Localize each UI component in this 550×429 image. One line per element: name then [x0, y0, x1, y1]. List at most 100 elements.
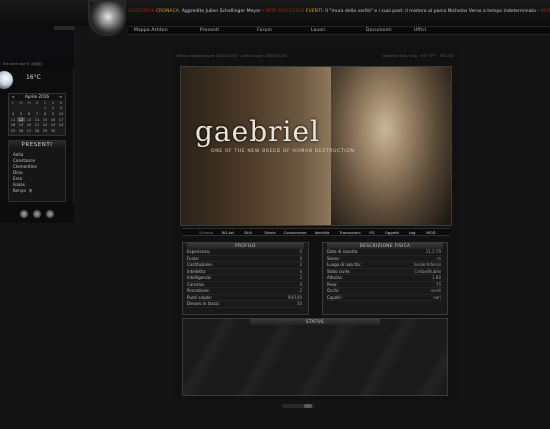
fisica-label: Sesso:: [327, 255, 340, 261]
fisica-row: Capelli: neri: [327, 294, 443, 301]
ticker-date: NEW 23/03: [540, 9, 550, 14]
profilo-label: Intelligenza:: [187, 275, 212, 280]
tab-oggetti[interactable]: Oggetti: [385, 229, 399, 237]
banner-title: gaebriel: [195, 115, 320, 148]
fisica-label: Peso:: [327, 281, 338, 287]
profilo-label: Forza:: [187, 255, 200, 261]
presenti-box: PRESENTI Aelia Constance Clementine Dino Esr…: [8, 140, 66, 202]
calendar: ◄ Aprile 2016 ► L M M G V S D 1 2 3 4 5 6 7 8 9 10 11 12 13…: [8, 93, 66, 136]
profilo-row: Denaro in tasca: 30: [187, 301, 304, 308]
online-user-name[interactable]: Esra: [13, 176, 22, 181]
fisica-label: Capelli:: [327, 294, 342, 300]
ticker-label: CRONACA:: [155, 9, 182, 14]
panel-meta-right: Gaebriel Stat. Vivo · 69° EPT · 365 OD: [381, 53, 454, 58]
calendar-next-icon[interactable]: ►: [60, 94, 63, 100]
tab-log[interactable]: Log: [409, 229, 416, 237]
ticker-label: EVENTI:: [305, 9, 326, 14]
profilo-label: Intelletto:: [187, 268, 207, 274]
calendar-day[interactable]: 26: [17, 128, 25, 134]
castle-info-badge[interactable]: info: [31, 62, 42, 66]
character-banner: gaebriel ONE OF THE NEW BREED OF HUMAN D…: [180, 66, 452, 226]
ticker-date: 23/03/2016: [128, 9, 156, 14]
news-ticker: 23/03/2016 CRONACA: Aggredito Julien Sch…: [128, 8, 550, 16]
tab-scheda[interactable]: Scheda: [199, 229, 213, 237]
nav-item-lavori[interactable]: Lavori: [311, 28, 326, 33]
fisica-rows: Data di nascita: 11.2.79 Sesso: m Luogo di n…: [323, 249, 447, 301]
profilo-rows: Esperienza: 0 Forza: 4 Costituzione: 2 Intelle…: [183, 249, 308, 308]
nav-item-presenti[interactable]: Presenti: [200, 28, 219, 33]
presenti-list: Aelia Constance Clementine Dino Esra Isaias Ke…: [9, 152, 65, 194]
tab-conoscenze[interactable]: Conoscenze: [284, 229, 307, 237]
scroll-thumb[interactable]: [304, 404, 312, 408]
fisica-label: Luogo di nascita:: [327, 262, 362, 267]
left-footer: [0, 205, 74, 223]
tab-identit-[interactable]: Identità: [315, 229, 330, 237]
calendar-day[interactable]: 28: [33, 128, 41, 134]
calendar-prev-icon[interactable]: ◄: [11, 94, 14, 100]
status-title: STATUS: [250, 319, 380, 325]
ticker-date: NEW 22/03/2016: [265, 9, 306, 14]
temperature: 16°C: [26, 74, 41, 81]
tab-mod[interactable]: MOD: [426, 229, 435, 237]
calendar-day: [57, 128, 65, 134]
moon-icon: [0, 71, 13, 89]
calendar-header: ◄ Aprile 2016 ►: [9, 94, 65, 100]
tab-storia[interactable]: Storia: [264, 229, 275, 237]
presenti-title: PRESENTI: [9, 141, 65, 149]
profilo-value: 30: [296, 301, 302, 306]
avatar[interactable]: [88, 0, 126, 36]
banner-subtitle: ONE OF THE NEW BREED OF HUMAN DESTRUCTIO…: [211, 149, 355, 154]
castle-caption: the dark world info: [0, 60, 74, 68]
calendar-day[interactable]: 30: [49, 128, 57, 134]
online-user-name[interactable]: Kenya: [13, 188, 26, 193]
fisica-label: Occhi:: [327, 288, 340, 293]
nav-item-uffici[interactable]: Uffici: [414, 28, 426, 33]
profilo-label: Denaro in tasca:: [187, 301, 220, 306]
tab-skill[interactable]: Skill: [244, 229, 252, 237]
profilo-box: PROFILO Esperienza: 0 Forza: 4 Costituzione:…: [182, 242, 309, 315]
calendar-day[interactable]: 29: [41, 128, 49, 134]
fisica-label: Altezza:: [327, 275, 343, 280]
ticker-text[interactable]: Il "muro della verità" e i suoi post: il…: [325, 9, 537, 14]
banner-portrait: [331, 67, 451, 225]
calendar-grid: L M M G V S D 1 2 3 4 5 6 7 8 9 10 11 12 13 14 15 16 17 18 19 20 21…: [9, 100, 65, 134]
fisica-label: Data di nascita:: [327, 249, 359, 254]
panel-meta-left: Ultima registrazione 25/02/2016 · ultimo…: [176, 53, 287, 58]
refresh-icon[interactable]: [33, 210, 41, 218]
settings-icon[interactable]: [20, 210, 28, 218]
logout-icon[interactable]: [46, 210, 54, 218]
profilo-label: Punti salute:: [187, 294, 212, 300]
tab-transazioni[interactable]: Transazioni: [339, 229, 360, 237]
status-box: STATUS: [182, 318, 448, 396]
nav-item-mappa-ashton[interactable]: Mappa Ashton: [134, 28, 168, 33]
calendar-week: 25 26 27 28 29 30: [9, 128, 65, 134]
calendar-month: Aprile 2016: [24, 94, 50, 99]
ticker-text[interactable]: Aggredito Julien Schellinger Meyer: [182, 9, 263, 14]
profile-tabs: Scheda BG-txt Skill Storia Conoscenze Identit…: [182, 228, 450, 236]
online-user-name[interactable]: Aelia: [13, 152, 23, 157]
tab-pg[interactable]: PG: [369, 229, 374, 237]
calendar-day[interactable]: 25: [9, 128, 17, 134]
online-user-name[interactable]: Constance: [13, 158, 35, 163]
profilo-label: Percezione:: [187, 288, 210, 293]
panel-scrollbar[interactable]: [282, 404, 314, 408]
fisica-value: neri: [433, 294, 441, 300]
online-user-name[interactable]: Dino: [13, 170, 23, 175]
fisica-label: Stato civile:: [327, 268, 351, 274]
online-user[interactable]: Kenya ♀: [13, 188, 65, 194]
main-nav: Mappa Ashton Presenti Forum Lavori Documenti…: [128, 26, 550, 35]
calendar-day[interactable]: 27: [25, 128, 33, 134]
nav-item-documenti[interactable]: Documenti: [366, 28, 392, 33]
castle-caption-text: the dark world: [3, 62, 30, 66]
profilo-label: Costituzione:: [187, 262, 214, 267]
descrizione-fisica-box: DESCRIZIONE FISICA Data di nascita: 11.2.…: [322, 242, 448, 315]
profilo-label: Carisma:: [187, 281, 205, 287]
online-user-name[interactable]: Isaias: [13, 182, 25, 187]
gender-icon: ♀: [28, 188, 32, 193]
nav-item-forum[interactable]: Forum: [257, 28, 272, 33]
tab-bg-txt[interactable]: BG-txt: [222, 229, 234, 237]
online-user-name[interactable]: Clementine: [13, 164, 37, 169]
panel-meta: Ultima registrazione 25/02/2016 · ultimo…: [176, 53, 456, 58]
profilo-label: Esperienza:: [187, 249, 211, 254]
weather-widget: 16°C: [0, 68, 74, 90]
